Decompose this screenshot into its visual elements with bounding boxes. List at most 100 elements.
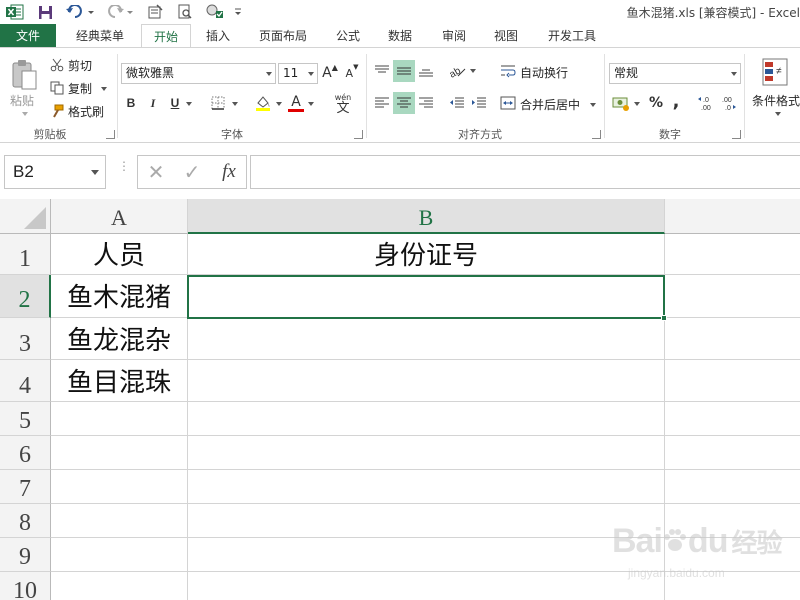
underline-button[interactable]: U <box>166 92 184 114</box>
formula-bar-grip-icon[interactable]: ⋮ <box>118 160 130 183</box>
font-size-dropdown-icon[interactable] <box>308 72 314 76</box>
tab-view[interactable]: 视图 <box>484 24 528 48</box>
tab-insert[interactable]: 插入 <box>194 24 242 48</box>
cell-c5[interactable] <box>665 402 800 436</box>
name-box-dropdown-icon[interactable] <box>91 170 99 175</box>
wrap-text-icon[interactable] <box>498 60 518 82</box>
formula-input[interactable] <box>250 155 800 189</box>
tab-data[interactable]: 数据 <box>378 24 422 48</box>
print-preview-icon[interactable] <box>174 2 196 22</box>
align-top-icon[interactable] <box>371 60 393 82</box>
tab-home[interactable]: 开始 <box>141 24 191 49</box>
cell-c7[interactable] <box>665 470 800 504</box>
column-header-blank[interactable] <box>665 199 800 234</box>
insert-function-icon[interactable]: fx <box>216 159 242 185</box>
cell-b10[interactable] <box>188 572 665 600</box>
increase-indent-icon[interactable] <box>468 92 490 114</box>
row-header-3[interactable]: 3 <box>0 318 51 360</box>
cell-a7[interactable] <box>51 470 188 504</box>
cell-a4[interactable]: 鱼目混珠 <box>51 360 188 402</box>
align-bottom-icon[interactable] <box>415 60 437 82</box>
align-middle-icon[interactable] <box>393 60 415 82</box>
conditional-formatting-icon[interactable]: ≠ <box>760 56 790 88</box>
borders-dropdown-icon[interactable] <box>231 100 239 108</box>
cell-a3[interactable]: 鱼龙混杂 <box>51 318 188 360</box>
format-painter-icon[interactable] <box>48 102 66 120</box>
spelling-icon[interactable] <box>204 2 230 22</box>
orientation-dropdown-icon[interactable] <box>469 67 477 75</box>
copy-button[interactable]: 复制 <box>68 80 92 97</box>
select-all-button[interactable] <box>0 199 51 234</box>
shrink-font-button[interactable]: A ▼ <box>344 63 360 83</box>
cut-button[interactable]: 剪切 <box>68 57 92 74</box>
fill-color-dropdown-icon[interactable] <box>275 100 283 108</box>
grow-font-button[interactable]: A ▲ <box>322 63 338 83</box>
tab-formulas[interactable]: 公式 <box>326 24 370 48</box>
column-header-a[interactable]: A <box>51 199 188 234</box>
increase-decimal-icon[interactable]: .0.00 <box>696 92 716 114</box>
cell-b6[interactable] <box>188 436 665 470</box>
conditional-formatting-dropdown-icon[interactable] <box>774 110 782 118</box>
number-launcher-icon[interactable] <box>732 130 741 139</box>
cell-b9[interactable] <box>188 538 665 572</box>
cell-c2[interactable] <box>665 275 800 318</box>
font-size-combobox[interactable]: 11 <box>278 63 318 84</box>
row-header-4[interactable]: 4 <box>0 360 51 402</box>
format-painter-button[interactable]: 格式刷 <box>68 103 104 120</box>
row-header-10[interactable]: 10 <box>0 572 51 600</box>
align-left-icon[interactable] <box>371 92 393 114</box>
font-name-combobox[interactable]: 微软雅黑 <box>121 63 276 84</box>
orientation-icon[interactable]: ab <box>446 60 468 82</box>
cell-b3[interactable] <box>188 318 665 360</box>
paste-icon[interactable] <box>6 56 42 94</box>
phonetic-guide-button[interactable]: wén 文 <box>330 90 356 118</box>
form-icon[interactable] <box>144 2 166 22</box>
column-header-b[interactable]: B <box>188 199 665 234</box>
tab-file[interactable]: 文件 <box>0 24 56 48</box>
redo-icon[interactable] <box>106 2 136 22</box>
decrease-decimal-icon[interactable]: .00.0 <box>718 92 738 114</box>
bold-button[interactable]: B <box>122 92 140 114</box>
italic-button[interactable]: I <box>144 92 162 114</box>
cell-c6[interactable] <box>665 436 800 470</box>
percent-button[interactable]: % <box>646 92 666 114</box>
enter-icon[interactable]: ✓ <box>180 160 204 184</box>
tab-classic-menu[interactable]: 经典菜单 <box>64 24 136 48</box>
save-icon[interactable] <box>34 2 56 22</box>
customize-quick-access-icon[interactable] <box>232 2 244 22</box>
currency-dropdown-icon[interactable] <box>633 100 641 108</box>
row-header-1[interactable]: 1 <box>0 234 51 275</box>
cell-b7[interactable] <box>188 470 665 504</box>
copy-dropdown-icon[interactable] <box>99 85 109 93</box>
tab-developer[interactable]: 开发工具 <box>536 24 608 48</box>
paste-dropdown-icon[interactable] <box>20 110 30 118</box>
row-header-8[interactable]: 8 <box>0 504 51 538</box>
borders-icon[interactable] <box>208 92 228 114</box>
cell-b8[interactable] <box>188 504 665 538</box>
font-launcher-icon[interactable] <box>354 130 363 139</box>
cell-a6[interactable] <box>51 436 188 470</box>
align-right-icon[interactable] <box>415 92 437 114</box>
cell-a8[interactable] <box>51 504 188 538</box>
cell-c3[interactable] <box>665 318 800 360</box>
cell-a10[interactable] <box>51 572 188 600</box>
cell-b2[interactable] <box>188 275 665 318</box>
merge-center-icon[interactable] <box>498 92 518 114</box>
copy-icon[interactable] <box>48 79 66 97</box>
fill-color-icon[interactable] <box>252 92 274 114</box>
comma-style-button[interactable]: , <box>668 90 684 112</box>
conditional-formatting-button[interactable]: 条件格式 <box>752 92 800 109</box>
wrap-text-button[interactable]: 自动换行 <box>520 64 568 81</box>
tab-page-layout[interactable]: 页面布局 <box>250 24 316 48</box>
scissors-icon[interactable] <box>48 56 66 74</box>
undo-icon[interactable] <box>64 2 98 22</box>
name-box[interactable]: B2 <box>4 155 106 189</box>
font-name-dropdown-icon[interactable] <box>266 72 272 76</box>
align-center-icon[interactable] <box>393 92 415 114</box>
cell-a5[interactable] <box>51 402 188 436</box>
merge-center-button[interactable]: 合并后居中 <box>520 96 580 113</box>
cell-a1[interactable]: 人员 <box>51 234 188 275</box>
row-header-9[interactable]: 9 <box>0 538 51 572</box>
cell-b4[interactable] <box>188 360 665 402</box>
number-format-dropdown-icon[interactable] <box>731 72 737 76</box>
